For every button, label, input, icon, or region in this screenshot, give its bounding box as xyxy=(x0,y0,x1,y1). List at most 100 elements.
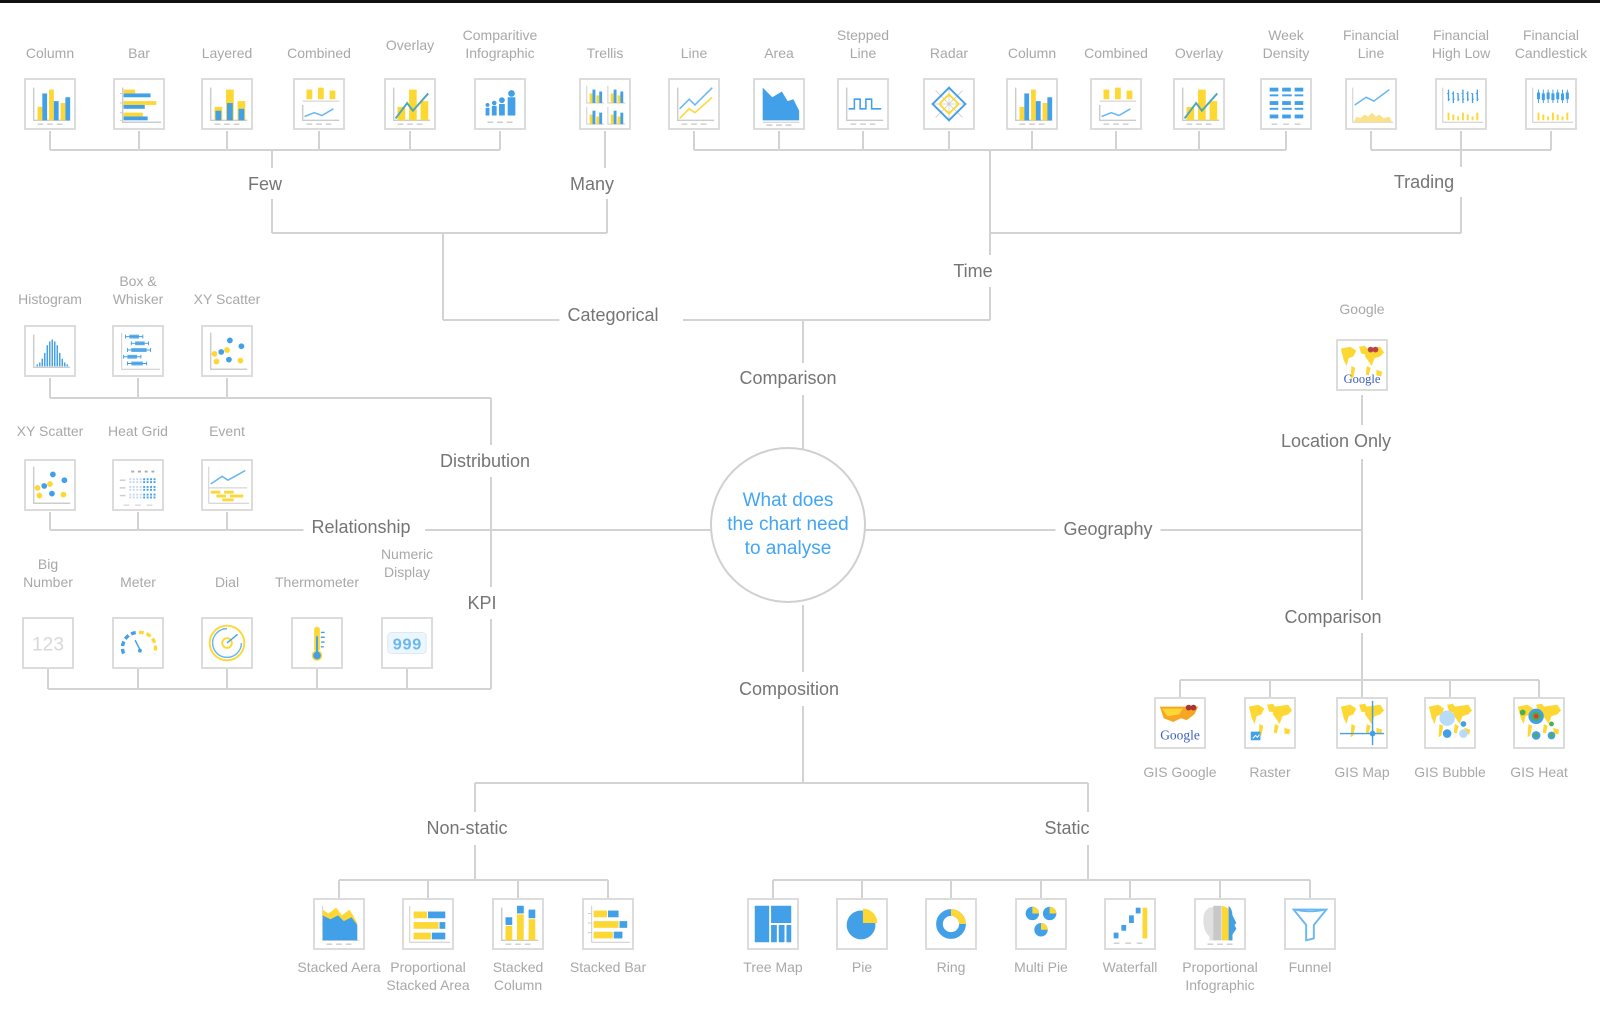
category-many[interactable]: Many xyxy=(561,173,623,195)
chart-option-combined[interactable] xyxy=(293,78,345,130)
chart-label: Overlay xyxy=(385,37,435,53)
gis-heat-icon xyxy=(1517,703,1562,740)
center-question-node[interactable]: What does the chart need to analyse xyxy=(710,447,866,603)
chart-label: Stacked Column xyxy=(492,959,544,993)
category-non-static[interactable]: Non-static xyxy=(418,817,516,839)
stacked-column-icon xyxy=(500,905,539,945)
chart-label: Meter xyxy=(120,574,156,590)
category-location-only[interactable]: Location Only xyxy=(1272,430,1400,452)
chart-option-financial-high-low[interactable] xyxy=(1435,78,1487,130)
combined-chart-icon xyxy=(301,87,340,125)
chart-label: Radar xyxy=(929,45,969,61)
chart-option-stepped-line[interactable] xyxy=(837,78,889,130)
chart-option-overlay[interactable] xyxy=(384,78,436,130)
chart-option-area[interactable] xyxy=(753,78,805,130)
chart-option-bar[interactable] xyxy=(113,78,165,130)
chart-option-stacked-bar[interactable] xyxy=(582,898,634,950)
chart-option-pie[interactable] xyxy=(836,898,888,950)
chart-label: Raster xyxy=(1249,764,1291,780)
chart-option-column[interactable] xyxy=(1006,78,1058,130)
chart-option-stacked-aera[interactable] xyxy=(313,898,365,950)
dial-icon xyxy=(208,624,246,662)
category-composition[interactable]: Composition xyxy=(730,678,848,700)
chart-option-numeric-display[interactable]: 999 xyxy=(381,617,433,669)
raster-map-icon xyxy=(1248,703,1293,741)
chart-option-trellis[interactable] xyxy=(579,78,631,130)
category-geography[interactable]: Geography xyxy=(1055,518,1161,540)
chart-label: GIS Map xyxy=(1334,764,1390,780)
financial-line-icon xyxy=(1352,87,1394,123)
combined-chart-icon xyxy=(1098,87,1137,125)
chart-label: Area xyxy=(764,45,794,61)
category-categorical[interactable]: Categorical xyxy=(559,304,667,326)
chart-label: Thermometer xyxy=(274,574,360,590)
chart-label: XY Scatter xyxy=(16,423,84,439)
box-whisker-icon xyxy=(121,332,161,370)
chart-option-box-whisker[interactable] xyxy=(112,325,164,377)
chart-option-financial-candlestick[interactable] xyxy=(1525,78,1577,130)
chart-option-combined[interactable] xyxy=(1090,78,1142,130)
gis-map-icon xyxy=(1339,700,1385,746)
chart-option-layered[interactable] xyxy=(201,78,253,130)
chart-option-overlay[interactable] xyxy=(1173,78,1225,130)
chart-option-event[interactable] xyxy=(201,459,253,511)
chart-option-proportional-stacked-area[interactable] xyxy=(402,898,454,950)
chart-label: Combined xyxy=(287,45,351,61)
column-chart-icon xyxy=(1014,87,1053,125)
chart-option-big-number[interactable]: 123 xyxy=(22,617,74,669)
chart-label: Histogram xyxy=(18,291,82,307)
chart-option-ring[interactable] xyxy=(925,898,977,950)
category-trading[interactable]: Trading xyxy=(1385,171,1463,193)
chart-option-gis-map[interactable] xyxy=(1336,697,1388,749)
numeric-display-icon: 999 xyxy=(387,631,427,655)
chart-option-dial[interactable] xyxy=(201,617,253,669)
histogram-icon xyxy=(32,334,71,369)
chart-option-heat-grid[interactable] xyxy=(112,459,164,511)
chart-option-gis-heat[interactable] xyxy=(1513,697,1565,749)
chart-option-column[interactable] xyxy=(24,78,76,130)
chart-option-stacked-column[interactable] xyxy=(492,898,544,950)
svg-text:999: 999 xyxy=(392,636,421,655)
chart-label: GIS Bubble xyxy=(1414,764,1486,780)
week-density-icon xyxy=(1269,87,1304,125)
chart-option-histogram[interactable] xyxy=(24,325,76,377)
chart-option-line[interactable] xyxy=(668,78,720,130)
chart-label: Stacked Bar xyxy=(569,959,647,975)
chart-option-proportional-infographic[interactable] xyxy=(1194,898,1246,950)
category-comparison[interactable]: Comparison xyxy=(731,367,845,389)
category-time[interactable]: Time xyxy=(945,260,1001,282)
chart-option-financial-line[interactable] xyxy=(1345,78,1397,130)
chart-option-week-density[interactable] xyxy=(1260,78,1312,130)
category-distribution[interactable]: Distribution xyxy=(431,450,539,472)
chart-option-xy-scatter[interactable] xyxy=(24,459,76,511)
chart-option-xy-scatter[interactable] xyxy=(201,325,253,377)
funnel-icon xyxy=(1291,908,1329,942)
line-chart-icon xyxy=(676,87,715,125)
chart-option-funnel[interactable] xyxy=(1284,898,1336,950)
chart-option-tree-map[interactable] xyxy=(747,898,799,950)
category-kpi[interactable]: KPI xyxy=(459,592,505,614)
category-relationship[interactable]: Relationship xyxy=(303,516,419,538)
category-few[interactable]: Few xyxy=(239,173,291,195)
chart-option-gis-bubble[interactable] xyxy=(1424,697,1476,749)
chart-option-meter[interactable] xyxy=(112,617,164,669)
chart-option-google[interactable]: Google xyxy=(1336,339,1388,391)
chart-label: GIS Heat xyxy=(1510,764,1568,780)
overlay-chart-icon xyxy=(1181,87,1220,125)
chart-option-raster[interactable] xyxy=(1244,697,1296,749)
chart-option-thermometer[interactable] xyxy=(291,617,343,669)
meter-icon xyxy=(120,630,158,655)
chart-option-waterfall[interactable] xyxy=(1104,898,1156,950)
layered-chart-icon xyxy=(209,87,248,125)
chart-option-multi-pie[interactable] xyxy=(1015,898,1067,950)
category-geo-comparison[interactable]: Comparison xyxy=(1276,606,1390,628)
chart-option-gis-google[interactable]: Google xyxy=(1154,697,1206,749)
google-map-icon: Google xyxy=(1340,345,1385,386)
chart-option-radar[interactable] xyxy=(923,78,975,130)
trellis-chart-icon xyxy=(586,85,626,125)
chart-option-comparitive-infographic[interactable] xyxy=(474,78,526,130)
chart-label: GIS Google xyxy=(1143,764,1217,780)
area-chart-icon xyxy=(762,87,800,126)
waterfall-icon xyxy=(1113,907,1148,944)
category-static[interactable]: Static xyxy=(1036,817,1098,839)
